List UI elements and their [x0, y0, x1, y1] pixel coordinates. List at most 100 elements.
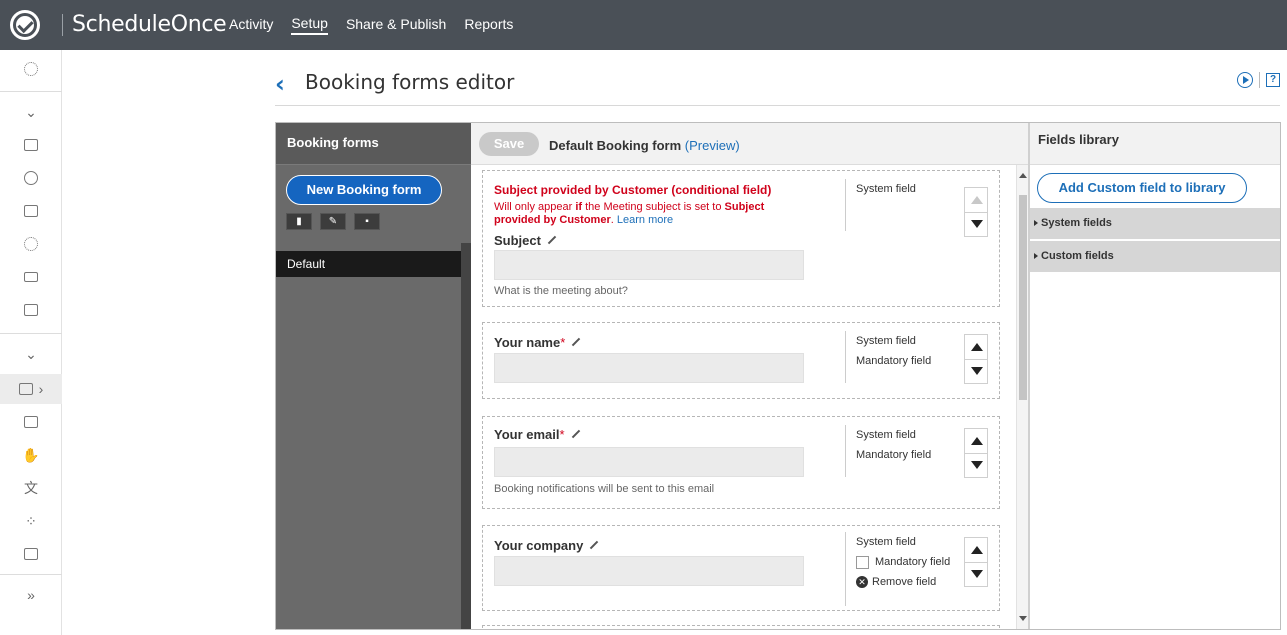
move-down-arrow-icon	[971, 461, 983, 469]
reorder-arrows[interactable]	[964, 334, 988, 384]
reorder-arrows[interactable]	[964, 428, 988, 478]
field-meta: System field	[845, 179, 916, 231]
reorder-arrows[interactable]	[964, 187, 988, 237]
save-button[interactable]: Save	[479, 132, 539, 156]
edit-pencil-icon[interactable]	[572, 337, 581, 346]
remove-x-icon: ✕	[856, 576, 868, 589]
booking-form-icon[interactable]: ›	[0, 374, 62, 404]
header-icons-divider	[1259, 72, 1260, 88]
field-card-your-name[interactable]: Your name* System field Mandatory field	[482, 322, 1000, 399]
reorder-arrows[interactable]	[964, 537, 988, 587]
header-icons: ?	[1237, 72, 1280, 88]
field-name: Your company	[494, 538, 599, 553]
back-chevron-icon[interactable]: ‹	[275, 70, 285, 98]
left-rail: ⌄ ⌄ › ✋ 文 ⁘ »	[0, 50, 62, 635]
edit-pencil-icon[interactable]: ✎	[320, 213, 346, 230]
rail-divider	[0, 91, 62, 92]
forms-list: Default	[276, 243, 461, 629]
mandatory-checkbox[interactable]	[856, 555, 869, 569]
conditional-field-title: Subject provided by Customer (conditiona…	[494, 183, 772, 197]
email-settings-icon[interactable]	[0, 539, 62, 569]
email-edit-icon[interactable]	[0, 407, 62, 437]
field-name: Your name*	[494, 335, 581, 350]
translate-icon[interactable]: 文	[0, 473, 62, 503]
section-custom-fields[interactable]: Custom fields	[1030, 240, 1280, 272]
code-embed-icon[interactable]	[0, 295, 62, 325]
logo-divider	[62, 14, 63, 36]
rail-divider	[0, 333, 62, 334]
scroll-thumb	[1019, 195, 1027, 400]
gear-icon[interactable]	[0, 54, 62, 84]
settings-icon[interactable]	[0, 229, 62, 259]
section-system-fields[interactable]: System fields	[1030, 207, 1280, 239]
edit-pencil-icon[interactable]	[590, 540, 599, 549]
expand-rail-icon[interactable]: »	[0, 580, 62, 610]
field-card-subject[interactable]: Subject provided by Customer (conditiona…	[482, 170, 1000, 307]
delete-trash-icon[interactable]: ▪	[354, 213, 380, 230]
touch-icon[interactable]: ✋	[0, 440, 62, 470]
booking-forms-title: Booking forms	[276, 123, 471, 165]
integrations-icon[interactable]: ⁘	[0, 506, 62, 536]
form-editor: Save Default Booking form (Preview) Subj…	[471, 123, 1028, 629]
forms-list-item[interactable]: Default	[276, 251, 461, 277]
your-email-input[interactable]	[494, 447, 804, 477]
field-card-next[interactable]	[482, 625, 1000, 629]
new-booking-form-button[interactable]: New Booking form	[286, 175, 442, 205]
user-card-icon[interactable]	[0, 196, 62, 226]
form-scrollbar[interactable]	[1016, 165, 1028, 629]
page-header: ‹ Booking forms editor ?	[275, 64, 1280, 106]
mandatory-checkbox-row[interactable]: Mandatory field	[856, 552, 950, 572]
field-meta: System field Mandatory field ✕ Remove fie…	[845, 532, 950, 606]
calendar-icon[interactable]	[0, 130, 62, 160]
subject-input[interactable]	[494, 250, 804, 280]
field-help-text: Booking notifications will be sent to th…	[494, 483, 715, 495]
your-name-input[interactable]	[494, 353, 804, 383]
your-company-input[interactable]	[494, 556, 804, 586]
move-up-arrow-icon	[971, 437, 983, 445]
field-name: Subject	[494, 233, 557, 248]
field-help-text: What is the meeting about?	[494, 285, 628, 297]
learn-more-link[interactable]: Learn more	[617, 214, 673, 226]
nav-setup[interactable]: Setup	[291, 15, 328, 35]
page-title: Booking forms editor	[305, 70, 515, 94]
move-up-arrow-icon	[971, 546, 983, 554]
fields-library-title: Fields library	[1030, 123, 1280, 165]
play-video-icon[interactable]	[1237, 72, 1253, 88]
move-down-arrow-icon	[971, 570, 983, 578]
edit-pencil-icon[interactable]	[571, 429, 580, 438]
fields-library-panel: Fields library Add Custom field to libra…	[1028, 123, 1280, 629]
duplicate-icon[interactable]: ▮	[286, 213, 312, 230]
edit-pencil-icon[interactable]	[547, 235, 557, 244]
move-up-arrow-icon	[971, 196, 983, 204]
help-icon[interactable]: ?	[1266, 73, 1280, 87]
scroll-down-arrow-icon	[1019, 616, 1027, 621]
scroll-up-arrow-icon	[1019, 173, 1027, 178]
booking-forms-panel: Booking forms New Booking form ▮ ✎ ▪ Def…	[276, 123, 471, 629]
rail-divider	[0, 574, 62, 575]
conditional-field-description: Will only appear if the Meeting subject …	[494, 201, 765, 226]
move-down-arrow-icon	[971, 367, 983, 375]
brand-name: ScheduleOnce	[72, 12, 227, 37]
chevron-down-icon[interactable]: ⌄	[0, 339, 62, 369]
user-circle-icon[interactable]	[0, 163, 62, 193]
move-up-arrow-icon	[971, 343, 983, 351]
field-card-your-company[interactable]: Your company System field Mandatory fiel…	[482, 525, 1000, 611]
expand-triangle-icon	[1034, 253, 1038, 260]
top-nav: Activity Setup Share & Publish Reports	[229, 0, 531, 50]
nav-reports[interactable]: Reports	[464, 16, 513, 34]
nav-activity[interactable]: Activity	[229, 16, 273, 34]
logo-icon[interactable]	[10, 10, 40, 40]
remove-field-link[interactable]: ✕ Remove field	[856, 572, 950, 592]
field-meta: System field Mandatory field	[845, 425, 931, 477]
editor-frame: Booking forms New Booking form ▮ ✎ ▪ Def…	[275, 122, 1281, 630]
forms-toolbar: ▮ ✎ ▪	[286, 213, 380, 230]
nav-share-publish[interactable]: Share & Publish	[346, 16, 446, 34]
add-custom-field-button[interactable]: Add Custom field to library	[1037, 173, 1247, 203]
forms-scrollbar[interactable]	[461, 243, 471, 629]
payment-card-icon[interactable]	[0, 262, 62, 292]
form-title: Default Booking form (Preview)	[549, 138, 740, 153]
preview-link[interactable]: (Preview)	[685, 138, 740, 153]
field-card-your-email[interactable]: Your email* Booking notifications will b…	[482, 416, 1000, 509]
chevron-down-icon[interactable]: ⌄	[0, 97, 62, 127]
field-meta: System field Mandatory field	[845, 331, 931, 383]
